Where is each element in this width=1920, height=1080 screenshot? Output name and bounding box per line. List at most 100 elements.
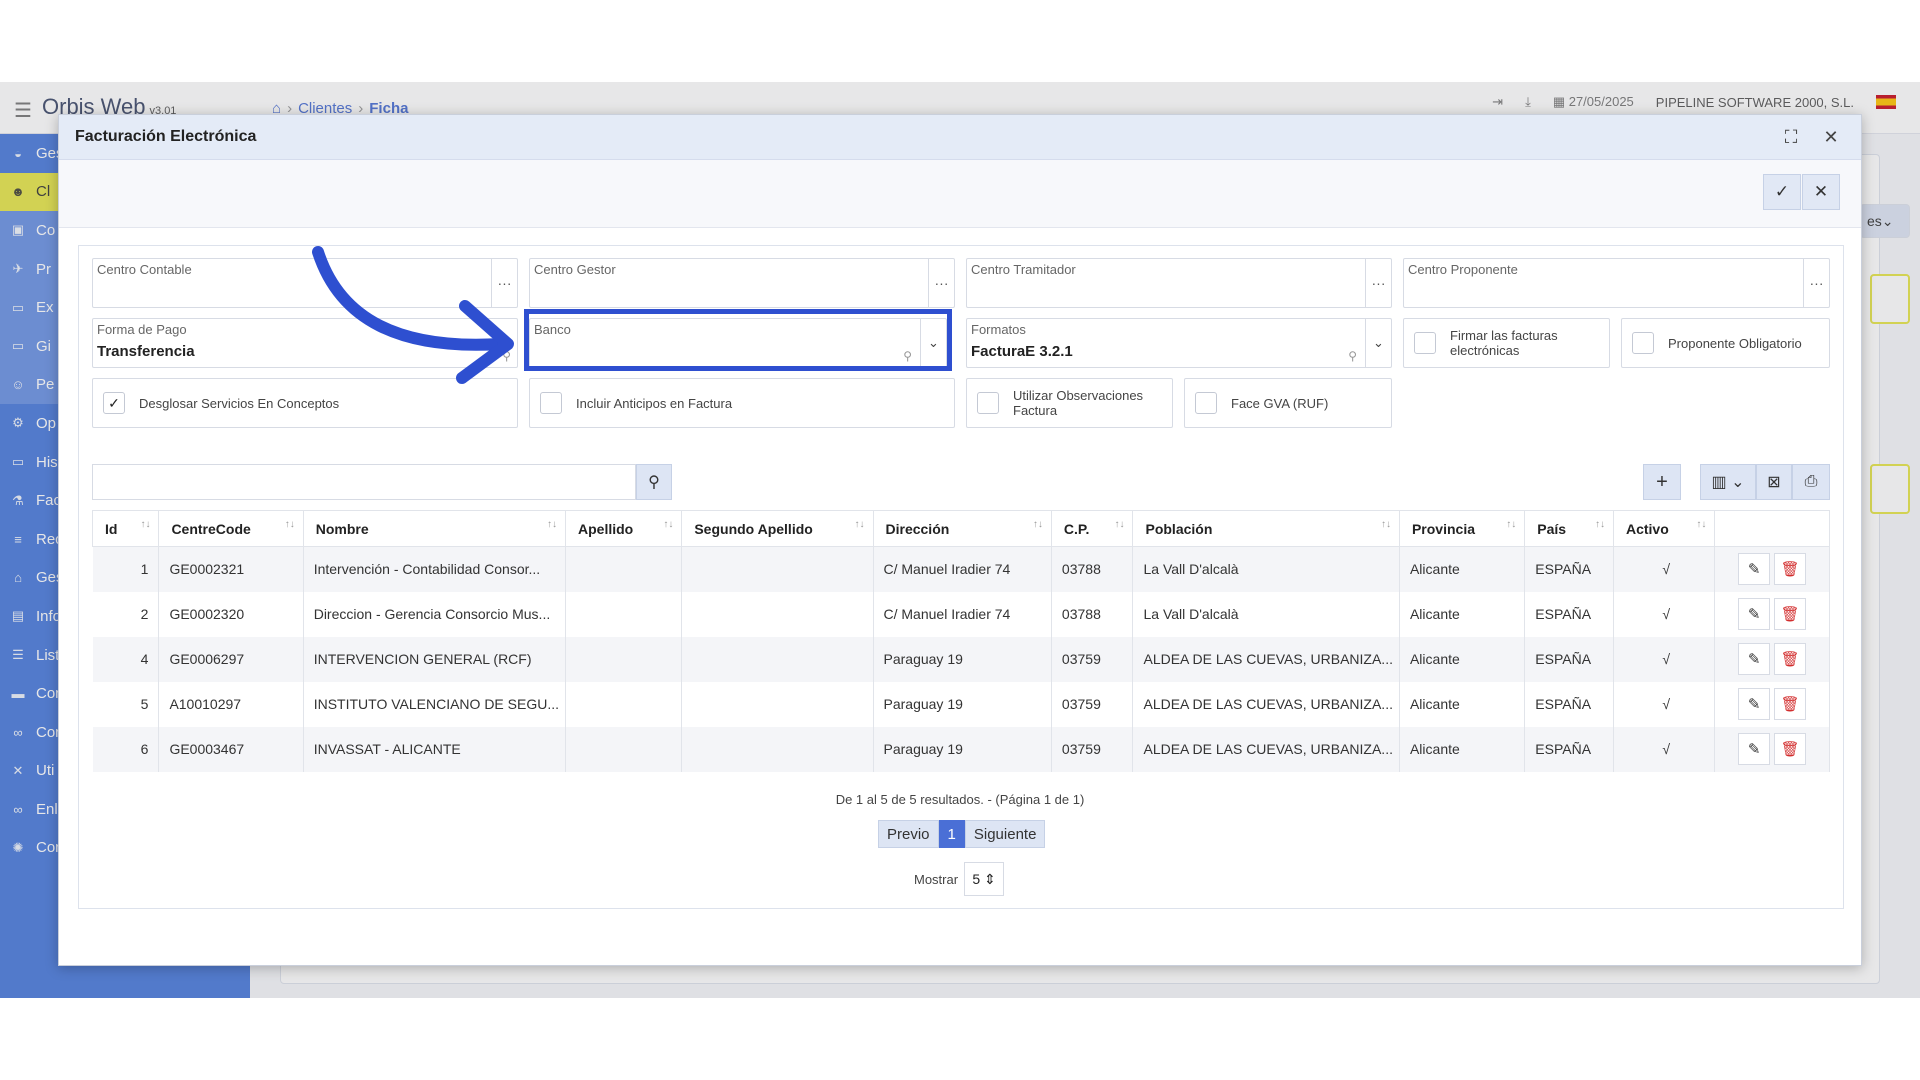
column-header-nombre[interactable]: Nombre ↑↓	[302, 510, 567, 547]
table-row[interactable]: 1 GE0002321 Intervención - Contabilidad …	[92, 546, 1830, 592]
cell-actions: ✎ 🗑	[1714, 591, 1830, 637]
column-header-id[interactable]: Id ↑↓	[91, 510, 160, 547]
cell-actions: ✎ 🗑	[1714, 546, 1830, 592]
edit-icon[interactable]: ✎	[1738, 643, 1771, 675]
firmar-facturas-checkbox[interactable]: Firmar las facturas electrónicas	[1403, 318, 1610, 368]
add-button[interactable]: +	[1643, 464, 1681, 500]
sort-icon[interactable]: ↑↓	[1114, 519, 1124, 530]
table-row[interactable]: 4 GE0006297 INTERVENCION GENERAL (RCF) P…	[92, 636, 1830, 682]
checkbox-box[interactable]	[1195, 392, 1217, 414]
confirm-button[interactable]: ✓	[1763, 174, 1801, 210]
sort-icon[interactable]: ↑↓	[285, 519, 295, 530]
checkbox-box[interactable]	[540, 392, 562, 414]
column-header-direccion[interactable]: Dirección ↑↓	[872, 510, 1052, 547]
edit-icon[interactable]: ✎	[1738, 598, 1771, 630]
sort-icon[interactable]: ↑↓	[663, 519, 673, 530]
more-icon[interactable]: ···	[928, 259, 954, 307]
field-label: Forma de Pago	[97, 322, 187, 337]
sort-icon[interactable]: ↑↓	[547, 519, 557, 530]
cell-id: 4	[92, 636, 160, 682]
cell-cp: 03759	[1051, 681, 1134, 727]
sort-icon[interactable]: ↑↓	[1696, 519, 1706, 530]
column-header-pais[interactable]: País ↑↓	[1524, 510, 1614, 547]
export-pdf-icon[interactable]: ⎙	[1792, 464, 1830, 500]
sort-icon[interactable]: ↑↓	[855, 519, 865, 530]
cell-id: 5	[92, 681, 160, 727]
cell-activo: √	[1613, 726, 1716, 772]
edit-icon[interactable]: ✎	[1738, 733, 1771, 765]
cell-segundo-apellido	[681, 681, 874, 727]
edit-icon[interactable]: ✎	[1738, 688, 1771, 720]
cell-code: GE0003467	[158, 726, 304, 772]
cell-segundo-apellido	[681, 546, 874, 592]
centro-gestor-field[interactable]: Centro Gestor ···	[529, 258, 955, 308]
chevron-down-icon[interactable]: ⌄	[1365, 319, 1391, 367]
table-row[interactable]: 2 GE0002320 Direccion - Gerencia Consorc…	[92, 591, 1830, 637]
sort-asc-icon[interactable]: ↑↓	[140, 519, 150, 530]
column-header-activo[interactable]: Activo ↑↓	[1612, 510, 1716, 547]
incluir-anticipos-checkbox[interactable]: Incluir Anticipos en Factura	[529, 378, 955, 428]
column-header-poblacion[interactable]: Población ↑↓	[1132, 510, 1400, 547]
more-icon[interactable]: ···	[1803, 259, 1829, 307]
page-size-label: Mostrar	[914, 871, 959, 887]
utilizar-observaciones-checkbox[interactable]: Utilizar Observaciones Factura	[966, 378, 1173, 428]
column-header-segundo-apellido[interactable]: Segundo Apellido ↑↓	[681, 510, 874, 547]
table-search-input[interactable]	[92, 464, 636, 500]
search-icon[interactable]: ⚲	[1348, 349, 1357, 363]
previous-page-button[interactable]: Previo	[878, 820, 939, 848]
cell-provincia: Alicante	[1399, 726, 1526, 772]
column-header-apellido[interactable]: Apellido ↑↓	[565, 510, 683, 547]
sort-icon[interactable]: ↑↓	[1381, 519, 1391, 530]
column-header-cp[interactable]: C.P. ↑↓	[1050, 510, 1134, 547]
cell-direccion: Paraguay 19	[873, 681, 1052, 727]
checkbox-box[interactable]	[977, 392, 999, 414]
cell-apellido	[565, 591, 683, 637]
edit-icon[interactable]: ✎	[1738, 553, 1771, 586]
cell-nombre: INTERVENCION GENERAL (RCF)	[303, 636, 567, 682]
close-icon[interactable]: ✕	[1817, 123, 1845, 151]
export-excel-icon[interactable]: ⊠	[1756, 464, 1792, 500]
formatos-field[interactable]: Formatos FacturaE 3.2.1 ⚲ ⌄	[966, 318, 1392, 368]
delete-icon[interactable]: 🗑	[1774, 643, 1807, 675]
maximize-icon[interactable]: ⛶	[1777, 123, 1805, 151]
checkbox-box[interactable]	[1414, 332, 1436, 354]
cell-pais: ESPAÑA	[1524, 636, 1614, 682]
sort-icon[interactable]: ↑↓	[1033, 519, 1043, 530]
cell-cp: 03788	[1051, 591, 1134, 637]
cell-cp: 03759	[1051, 636, 1134, 682]
check-icon[interactable]: ✓	[103, 392, 125, 414]
search-icon[interactable]: ⚲	[636, 464, 672, 500]
table-row[interactable]: 5 A10010297 INSTITUTO VALENCIANO DE SEGU…	[92, 681, 1830, 727]
checkbox-box[interactable]	[1632, 332, 1654, 354]
face-gva-checkbox[interactable]: Face GVA (RUF)	[1184, 378, 1392, 428]
cell-code: GE0006297	[158, 636, 304, 682]
delete-icon[interactable]: 🗑	[1774, 598, 1807, 630]
column-header-centrecode[interactable]: CentreCode ↑↓	[158, 510, 304, 547]
cell-segundo-apellido	[681, 636, 874, 682]
sort-icon[interactable]: ↑↓	[1506, 519, 1516, 530]
checkbox-label: Incluir Anticipos en Factura	[576, 395, 733, 411]
delete-icon[interactable]: 🗑	[1774, 733, 1807, 765]
columns-toggle-icon[interactable]: ▥ ⌄	[1700, 464, 1756, 500]
table-row[interactable]: 6 GE0003467 INVASSAT - ALICANTE Paraguay…	[92, 726, 1830, 772]
sort-icon[interactable]: ↑↓	[1595, 519, 1605, 530]
cell-id: 1	[92, 546, 160, 592]
more-icon[interactable]: ···	[1365, 259, 1391, 307]
cell-activo: √	[1613, 681, 1716, 727]
cell-actions: ✎ 🗑	[1714, 681, 1830, 727]
cancel-button[interactable]: ✕	[1802, 174, 1840, 210]
cell-provincia: Alicante	[1399, 591, 1526, 637]
delete-icon[interactable]: 🗑	[1774, 688, 1807, 720]
page-1-button[interactable]: 1	[938, 820, 965, 848]
column-header-provincia[interactable]: Provincia ↑↓	[1398, 510, 1526, 547]
proponente-obligatorio-checkbox[interactable]: Proponente Obligatorio	[1621, 318, 1830, 368]
next-page-button[interactable]: Siguiente	[964, 820, 1046, 848]
delete-icon[interactable]: 🗑	[1774, 553, 1807, 586]
centro-tramitador-field[interactable]: Centro Tramitador ···	[966, 258, 1392, 308]
cell-provincia: Alicante	[1399, 546, 1526, 592]
cell-nombre: Intervención - Contabilidad Consor...	[303, 546, 567, 592]
cell-activo: √	[1613, 636, 1716, 682]
cell-segundo-apellido	[681, 591, 874, 637]
centro-proponente-field[interactable]: Centro Proponente ···	[1403, 258, 1830, 308]
page-size-select[interactable]: 5 ⇕	[964, 862, 1005, 896]
